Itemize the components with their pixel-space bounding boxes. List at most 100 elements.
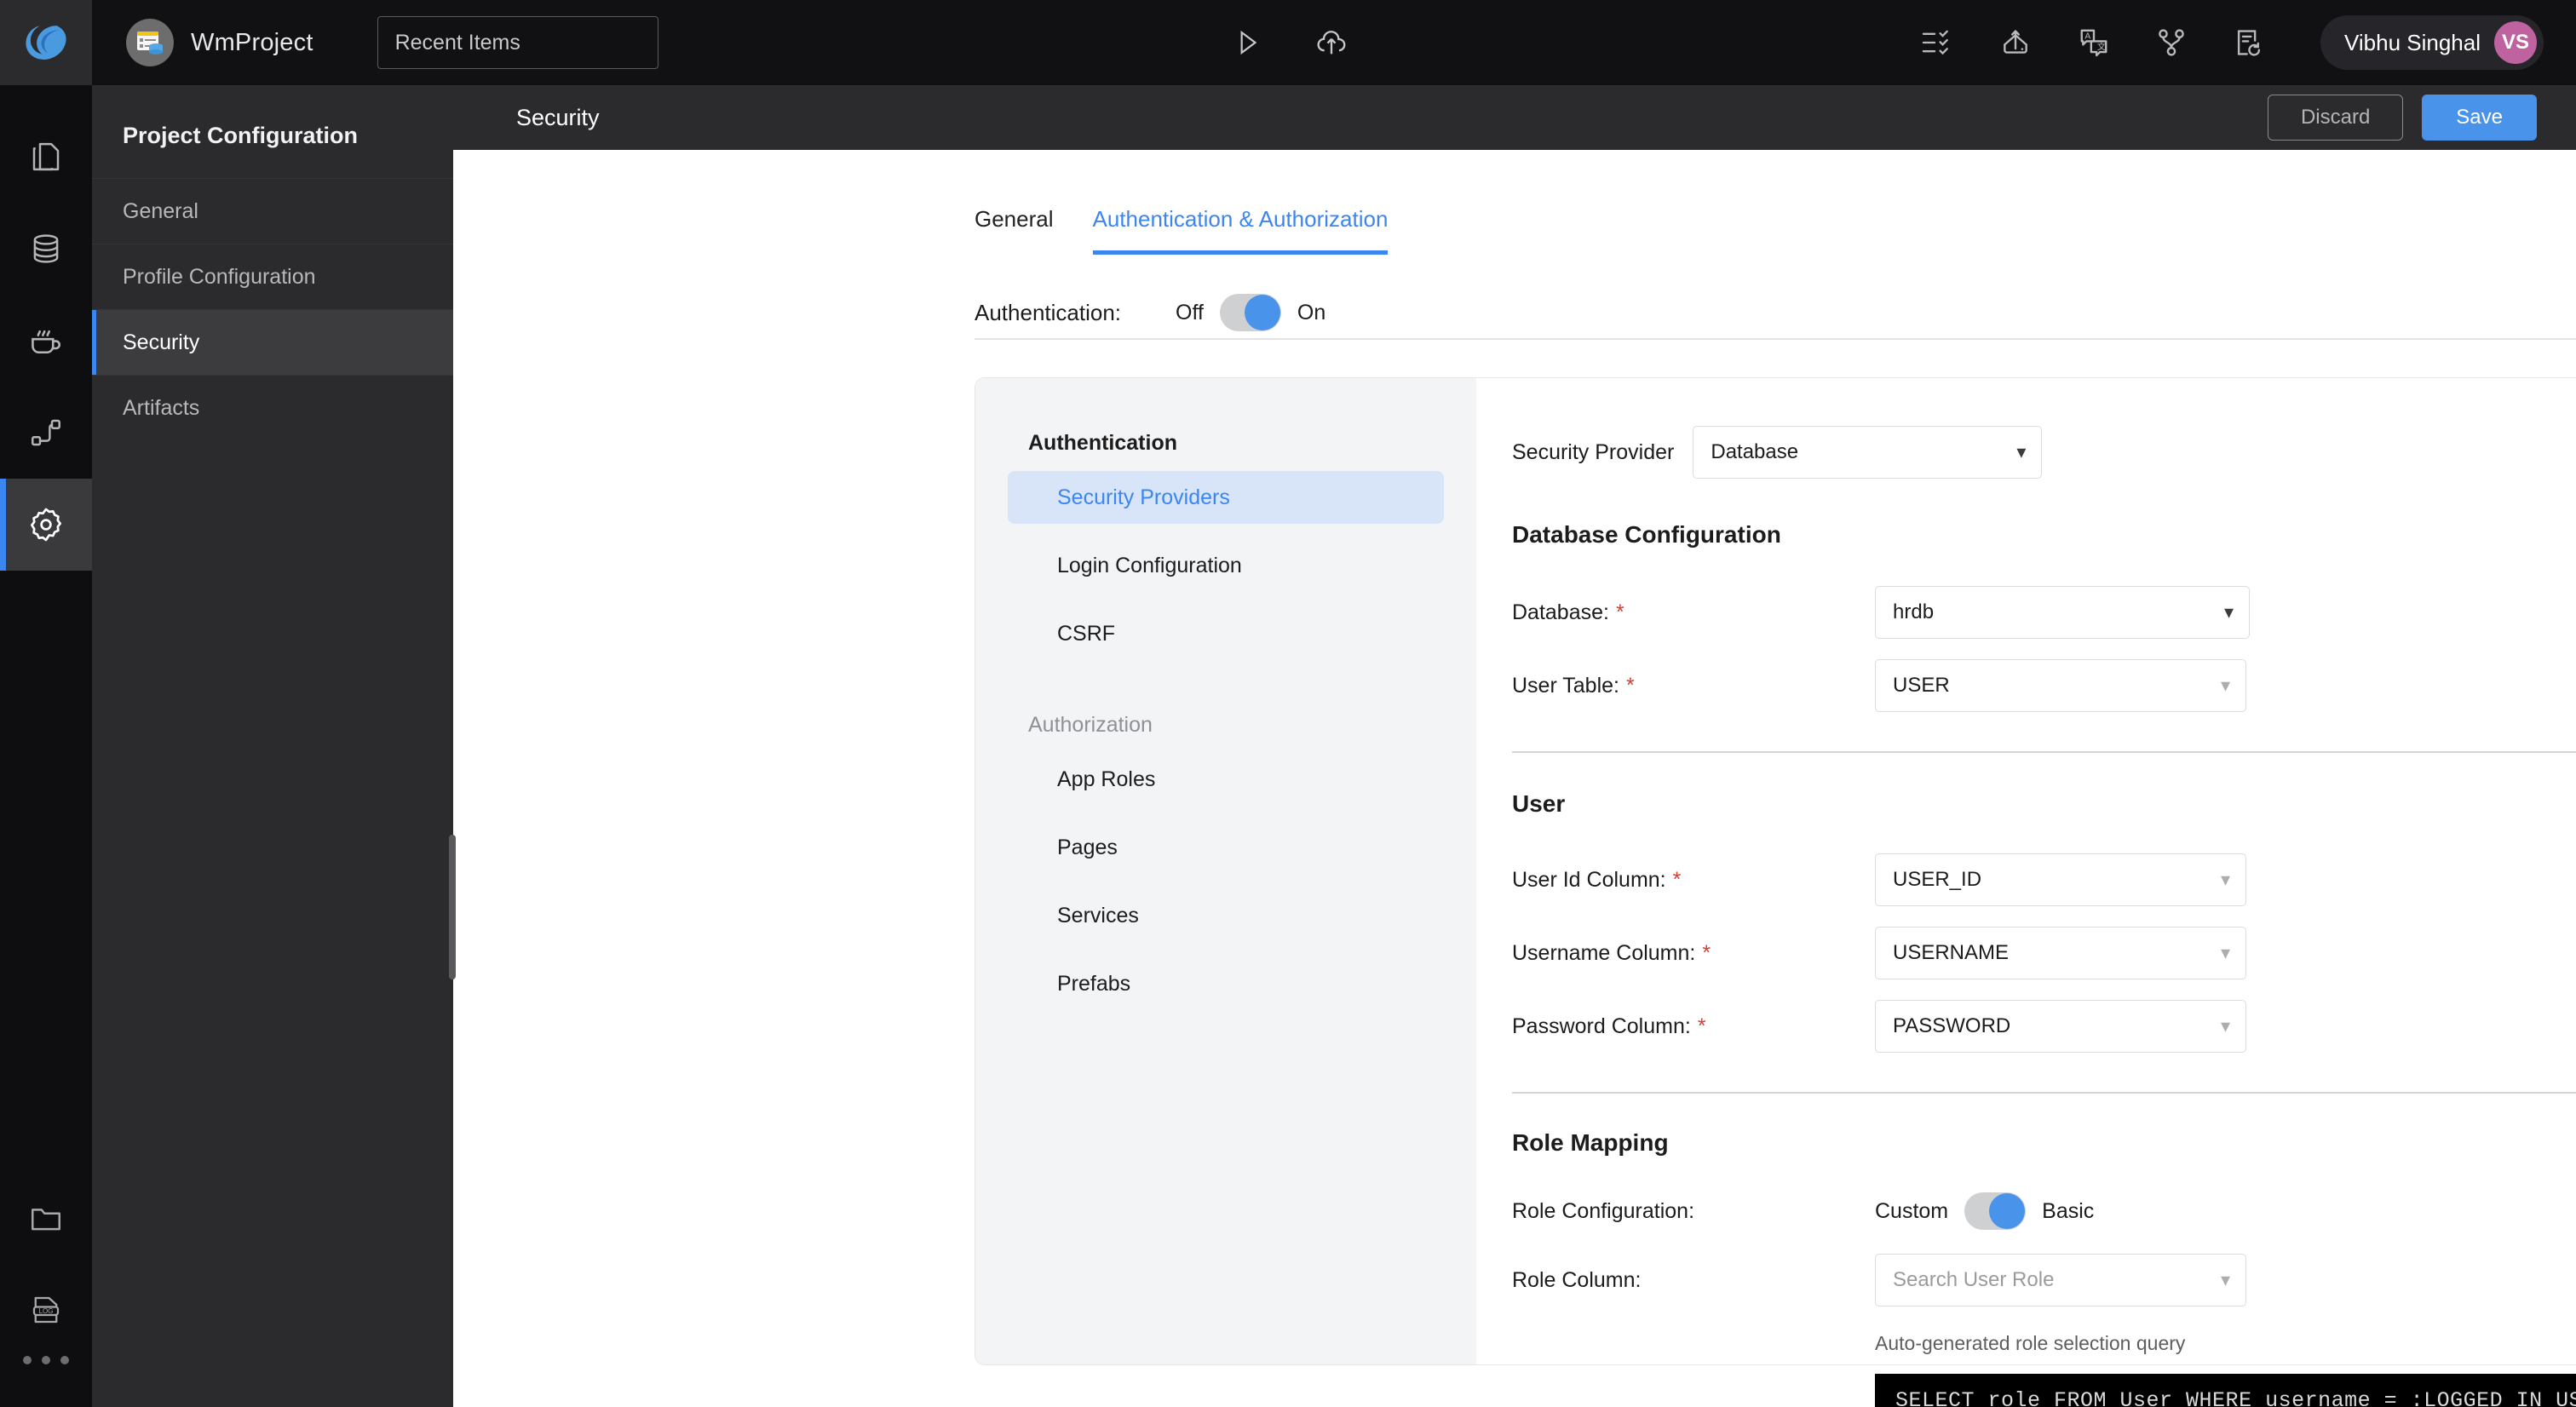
nav-item-login-configuration[interactable]: Login Configuration bbox=[1008, 539, 1444, 592]
password-column-label: Password Column: * bbox=[1512, 1014, 1706, 1038]
main-content: Security Discard Save General Authentica… bbox=[453, 85, 2576, 1407]
save-button[interactable]: Save bbox=[2422, 95, 2537, 141]
rail-item-java[interactable] bbox=[0, 295, 92, 387]
rail-item-api-flow[interactable] bbox=[0, 387, 92, 479]
nav-item-csrf[interactable]: CSRF bbox=[1008, 607, 1444, 660]
sidebar-item-artifacts[interactable]: Artifacts bbox=[92, 375, 453, 440]
nav-item-pages[interactable]: Pages bbox=[1008, 821, 1444, 874]
nav-item-app-roles[interactable]: App Roles bbox=[1008, 753, 1444, 806]
rail-item-settings[interactable] bbox=[0, 479, 92, 571]
cloud-upload-deploy-icon[interactable] bbox=[1314, 26, 1348, 60]
tab-bar: General Authentication & Authorization bbox=[975, 206, 2576, 255]
project-configuration-sidebar: Project Configuration General Profile Co… bbox=[92, 85, 456, 1407]
cloud-upload-icon-svg bbox=[1317, 31, 1346, 55]
chevron-down-icon: ▾ bbox=[2220, 675, 2230, 696]
project-block[interactable]: WmProject bbox=[92, 19, 313, 66]
user-id-column-value: USER_ID bbox=[1893, 868, 1982, 891]
user-table-select[interactable]: USER ▾ bbox=[1875, 659, 2246, 712]
nav-item-services[interactable]: Services bbox=[1008, 889, 1444, 942]
database-icon bbox=[33, 234, 59, 263]
section-divider bbox=[1512, 751, 2576, 753]
authentication-toggle[interactable]: Off On bbox=[1176, 294, 1325, 331]
checklist-tasks-icon[interactable] bbox=[1921, 28, 1953, 57]
nav-item-security-providers[interactable]: Security Providers bbox=[1008, 471, 1444, 524]
rail-item-log[interactable]: LOG bbox=[0, 1264, 92, 1356]
play-run-icon[interactable] bbox=[1231, 26, 1263, 59]
wavemaker-logo-icon[interactable] bbox=[0, 0, 92, 85]
svg-text:LOG: LOG bbox=[39, 1307, 54, 1315]
chevron-down-icon: ▾ bbox=[2220, 869, 2230, 890]
rail-item-folder[interactable] bbox=[0, 1172, 92, 1264]
recent-items-button[interactable]: Recent Items bbox=[377, 16, 658, 69]
rail-item-pages[interactable] bbox=[0, 111, 92, 203]
nav-item-label: Login Configuration bbox=[1057, 553, 1242, 577]
role-config-custom-label: Custom bbox=[1875, 1198, 1949, 1223]
authentication-switch[interactable] bbox=[1219, 294, 1281, 331]
role-configuration-label: Role Configuration: bbox=[1512, 1198, 1695, 1223]
nav-item-label: Security Providers bbox=[1057, 485, 1230, 509]
chevron-down-icon: ▾ bbox=[2220, 1269, 2230, 1290]
role-query-helper-text: Auto-generated role selection query bbox=[1875, 1332, 2186, 1354]
database-value: hrdb bbox=[1893, 600, 1935, 623]
application-window: WmProject Recent Items A 文 Vibhu Singhal… bbox=[0, 0, 2576, 1407]
role-selection-query-code: SELECT role FROM User WHERE username = :… bbox=[1875, 1374, 2576, 1407]
tab-general[interactable]: General bbox=[975, 206, 1054, 253]
sidebar-item-label: Profile Configuration bbox=[123, 264, 316, 289]
sidebar-resize-handle[interactable] bbox=[449, 835, 456, 979]
role-configuration-switch[interactable] bbox=[1964, 1192, 2027, 1230]
password-column-value: PASSWORD bbox=[1893, 1014, 2011, 1037]
tab-authentication-authorization[interactable]: Authentication & Authorization bbox=[1092, 206, 1389, 255]
security-provider-row: Security Provider Database ▾ bbox=[1512, 426, 2576, 479]
sidebar-item-profile-configuration[interactable]: Profile Configuration bbox=[92, 244, 453, 309]
database-select[interactable]: hrdb ▾ bbox=[1875, 586, 2250, 639]
project-database-form-icon bbox=[126, 19, 174, 66]
password-column-row: Password Column: * PASSWORD ▾ bbox=[1512, 1000, 2576, 1053]
toggle-on-label: On bbox=[1297, 300, 1326, 324]
header-buttons: Discard Save bbox=[2267, 95, 2537, 141]
role-configuration-row: Role Configuration: Custom Basic bbox=[1512, 1192, 2576, 1230]
sidebar-item-label: General bbox=[123, 198, 198, 223]
checklist-icon-svg bbox=[1922, 30, 1948, 55]
topbar-right-actions: A 文 Vibhu Singhal VS bbox=[1921, 15, 2576, 70]
more-dots-icon[interactable] bbox=[23, 1356, 69, 1364]
nav-item-prefabs[interactable]: Prefabs bbox=[1008, 957, 1444, 1010]
recent-items-label: Recent Items bbox=[394, 30, 520, 55]
content-area: General Authentication & Authorization A… bbox=[453, 150, 2576, 1407]
tab-label: Authentication & Authorization bbox=[1092, 206, 1389, 232]
username-column-select[interactable]: USERNAME ▾ bbox=[1875, 927, 2246, 979]
tabs-divider bbox=[975, 338, 2576, 340]
rail-item-database[interactable] bbox=[0, 203, 92, 295]
translate-language-icon[interactable]: A 文 bbox=[2078, 26, 2110, 59]
user-name: Vibhu Singhal bbox=[2344, 29, 2481, 55]
git-branch-icon[interactable] bbox=[2155, 26, 2188, 59]
pages-copy-icon bbox=[32, 142, 60, 171]
content-header: Security Discard Save bbox=[453, 85, 2576, 150]
document-sync-icon[interactable] bbox=[2233, 26, 2265, 59]
discard-button[interactable]: Discard bbox=[2267, 95, 2404, 141]
folder-icon bbox=[32, 1209, 60, 1231]
sidebar-item-general[interactable]: General bbox=[92, 178, 453, 244]
username-column-label: Username Column: * bbox=[1512, 940, 1711, 965]
sidebar-item-security[interactable]: Security bbox=[92, 309, 453, 375]
role-column-label: Role Column: bbox=[1512, 1267, 1642, 1292]
password-column-select[interactable]: PASSWORD ▾ bbox=[1875, 1000, 2246, 1053]
nav-item-label: App Roles bbox=[1057, 767, 1156, 791]
api-flow-icon bbox=[32, 419, 60, 446]
play-icon-svg bbox=[1240, 30, 1257, 55]
user-menu[interactable]: Vibhu Singhal VS bbox=[2320, 15, 2544, 70]
doc-sync-icon-svg bbox=[2237, 30, 2261, 56]
project-icon-svg bbox=[137, 32, 163, 55]
upload-to-disk-icon[interactable] bbox=[1998, 26, 2033, 59]
security-provider-select[interactable]: Database ▾ bbox=[1693, 426, 2043, 479]
database-configuration-title: Database Configuration bbox=[1512, 521, 1781, 548]
role-column-select[interactable]: Search User Role ▾ bbox=[1875, 1254, 2246, 1306]
role-config-basic-label: Basic bbox=[2042, 1198, 2095, 1223]
user-id-column-row: User Id Column: * USER_ID ▾ bbox=[1512, 853, 2576, 906]
user-id-column-select[interactable]: USER_ID ▾ bbox=[1875, 853, 2246, 906]
upload-disk-icon-svg bbox=[2004, 30, 2027, 54]
role-configuration-toggle[interactable]: Custom Basic bbox=[1875, 1192, 2094, 1230]
gear-settings-icon bbox=[30, 508, 62, 542]
authentication-toggle-row: Authentication: Off On bbox=[975, 294, 2576, 331]
security-nav-panel: Authentication Security Providers Login … bbox=[975, 378, 1476, 1364]
authentication-label: Authentication: bbox=[975, 299, 1122, 325]
